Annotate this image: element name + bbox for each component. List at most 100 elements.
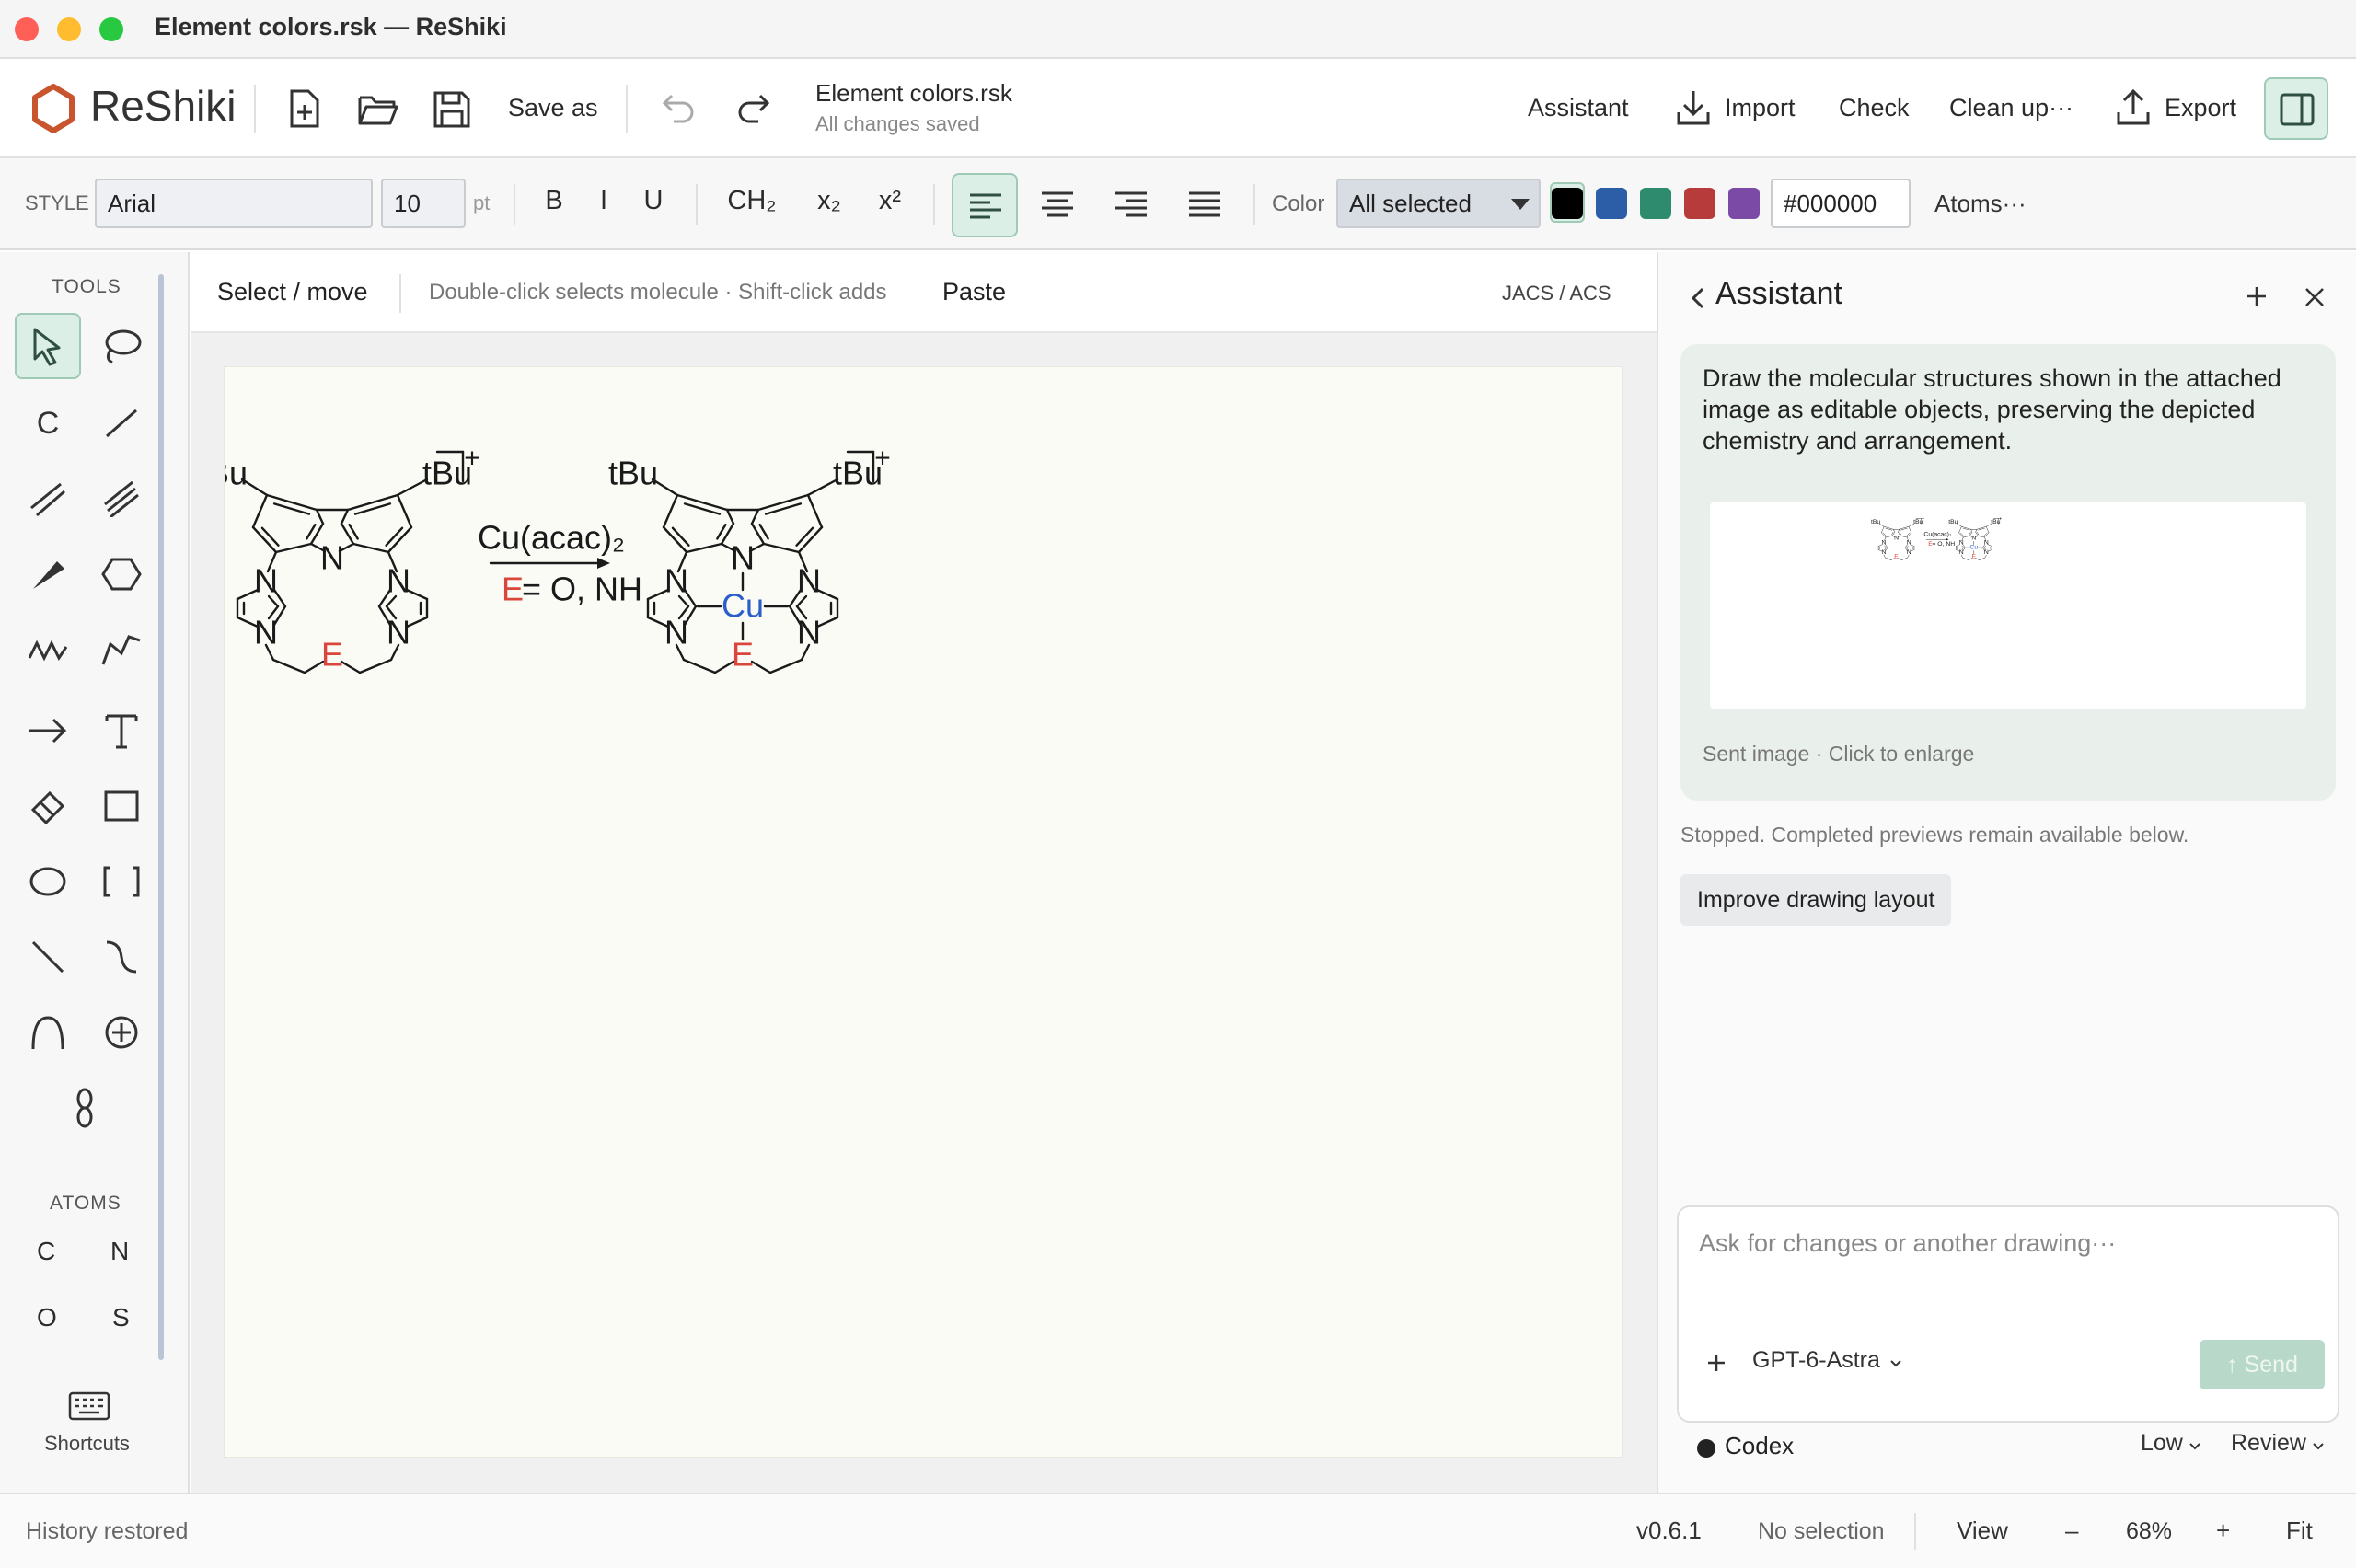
arrowhead[interactable]: [597, 558, 610, 569]
save-icon[interactable]: [433, 90, 471, 129]
tbu-label-left[interactable]: tBu: [225, 455, 248, 492]
double-bond[interactable]: [795, 526, 814, 547]
positive-charge-label[interactable]: +: [874, 444, 891, 474]
color-swatch[interactable]: [1684, 188, 1715, 219]
review-selector[interactable]: Review: [2231, 1430, 2324, 1457]
double-bond-tool[interactable]: [15, 466, 81, 532]
bond[interactable]: [346, 493, 399, 512]
arrow-tool[interactable]: [15, 698, 81, 764]
bond[interactable]: [274, 542, 313, 554]
tbu-label-left[interactable]: tBu: [608, 455, 658, 492]
curve-tool[interactable]: [88, 617, 155, 683]
bond[interactable]: [762, 542, 801, 554]
heteroatom-e-label[interactable]: E: [321, 636, 343, 674]
align-right-icon[interactable]: [1115, 191, 1147, 217]
bond[interactable]: [265, 493, 318, 512]
cleanup-button[interactable]: Clean up···: [1949, 94, 2073, 122]
export-icon[interactable]: [2115, 88, 2152, 127]
double-bond[interactable]: [348, 523, 359, 540]
line-tool[interactable]: [15, 924, 81, 990]
toggle-sidebar-button[interactable]: [2264, 77, 2328, 140]
ch2-button[interactable]: CH₂: [720, 186, 784, 216]
rectangle-tool[interactable]: [88, 773, 155, 839]
double-bond[interactable]: [306, 523, 317, 540]
imidazole-n-label[interactable]: N: [797, 562, 821, 600]
wedge-bond-tool[interactable]: [15, 541, 81, 607]
bond[interactable]: [806, 493, 824, 529]
attached-image-thumbnail[interactable]: [1710, 502, 2306, 709]
double-bond[interactable]: [716, 523, 727, 540]
hex-color-field[interactable]: #000000: [1771, 179, 1911, 228]
atom-o-button[interactable]: O: [37, 1303, 57, 1332]
keyboard-icon[interactable]: [68, 1391, 110, 1421]
chevron-left-icon[interactable]: [1692, 287, 1704, 309]
chat-input[interactable]: Ask for changes or another drawing···: [1699, 1229, 2116, 1258]
bond[interactable]: [750, 660, 772, 674]
select-tool[interactable]: [15, 313, 81, 379]
color-swatch[interactable]: [1596, 188, 1627, 219]
orbital-tool[interactable]: [52, 1075, 118, 1141]
bond[interactable]: [271, 658, 306, 674]
reaction-scheme[interactable]: NtButBu+NNNNE NtButBu+NNNNECu Cu(acac)₂E…: [225, 367, 1623, 1458]
import-button[interactable]: Import: [1725, 94, 1796, 122]
style-preset[interactable]: JACS / ACS: [1502, 282, 1611, 306]
export-button[interactable]: Export: [2165, 94, 2236, 122]
save-as-button[interactable]: Save as: [508, 94, 598, 122]
ring-tool[interactable]: [88, 541, 155, 607]
agent-name[interactable]: Codex: [1725, 1432, 1794, 1460]
drawing-page[interactable]: NtButBu+NNNNE NtButBu+NNNNECu Cu(acac)₂E…: [224, 366, 1623, 1458]
double-bond[interactable]: [758, 523, 769, 540]
curved-bond-tool[interactable]: [88, 924, 155, 990]
chain-tool[interactable]: C: [15, 390, 81, 456]
atom-s-button[interactable]: S: [112, 1303, 130, 1332]
open-folder-icon[interactable]: [357, 92, 399, 127]
close-window-button[interactable]: [15, 17, 39, 41]
bond[interactable]: [662, 493, 679, 529]
atom-c-button[interactable]: C: [37, 1237, 55, 1266]
copper-label[interactable]: Cu: [722, 587, 764, 625]
lasso-tool[interactable]: [88, 313, 155, 379]
bond[interactable]: [725, 508, 735, 525]
new-file-icon[interactable]: [288, 88, 321, 129]
effort-selector[interactable]: Low: [2141, 1430, 2200, 1457]
double-bond[interactable]: [671, 526, 690, 547]
new-chat-plus-icon[interactable]: [2246, 285, 2268, 307]
font-family-field[interactable]: Arial: [95, 179, 373, 228]
image-caption[interactable]: Sent image · Click to enlarge: [1703, 742, 1974, 767]
triple-bond-tool[interactable]: [88, 466, 155, 532]
subscript-button[interactable]: x₂: [806, 186, 852, 216]
bold-button[interactable]: B: [534, 186, 574, 216]
imidazole-n-label[interactable]: N: [387, 562, 410, 600]
import-icon[interactable]: [1675, 88, 1712, 127]
condition-text[interactable]: = O, NH: [522, 571, 642, 608]
charge-tool[interactable]: [88, 999, 155, 1066]
zoom-window-button[interactable]: [99, 17, 123, 41]
bond[interactable]: [682, 658, 717, 674]
bond[interactable]: [685, 542, 723, 554]
bond[interactable]: [358, 658, 393, 674]
bracket-tool[interactable]: [88, 848, 155, 915]
atom-n-button[interactable]: N: [110, 1237, 129, 1266]
italic-button[interactable]: I: [583, 186, 624, 216]
imidazole-n-label[interactable]: N: [254, 562, 278, 600]
font-size-field[interactable]: 10: [381, 179, 466, 228]
check-button[interactable]: Check: [1839, 94, 1910, 122]
product-copper-complex[interactable]: NtBu tBu+NNNNECu: [608, 444, 891, 674]
color-swatch[interactable]: [1728, 188, 1760, 219]
send-button[interactable]: ↑ Send: [2200, 1340, 2325, 1389]
carbazole-nitrogen-label[interactable]: N: [320, 539, 344, 577]
bond[interactable]: [352, 542, 390, 554]
carbazole-nitrogen-label[interactable]: N: [731, 539, 755, 577]
redo-icon[interactable]: [734, 90, 771, 127]
close-icon[interactable]: [2304, 287, 2325, 307]
improve-layout-button[interactable]: Improve drawing layout: [1680, 874, 1952, 926]
double-bond[interactable]: [260, 526, 280, 547]
zoom-out-button[interactable]: –: [2065, 1516, 2078, 1545]
color-swatch[interactable]: [1640, 188, 1671, 219]
condition-e-label[interactable]: E: [502, 571, 524, 608]
fit-button[interactable]: Fit: [2286, 1516, 2313, 1545]
align-center-icon[interactable]: [1042, 191, 1073, 217]
paste-button[interactable]: Paste: [942, 278, 1006, 306]
single-bond-tool[interactable]: [88, 390, 155, 456]
bond[interactable]: [676, 493, 729, 512]
